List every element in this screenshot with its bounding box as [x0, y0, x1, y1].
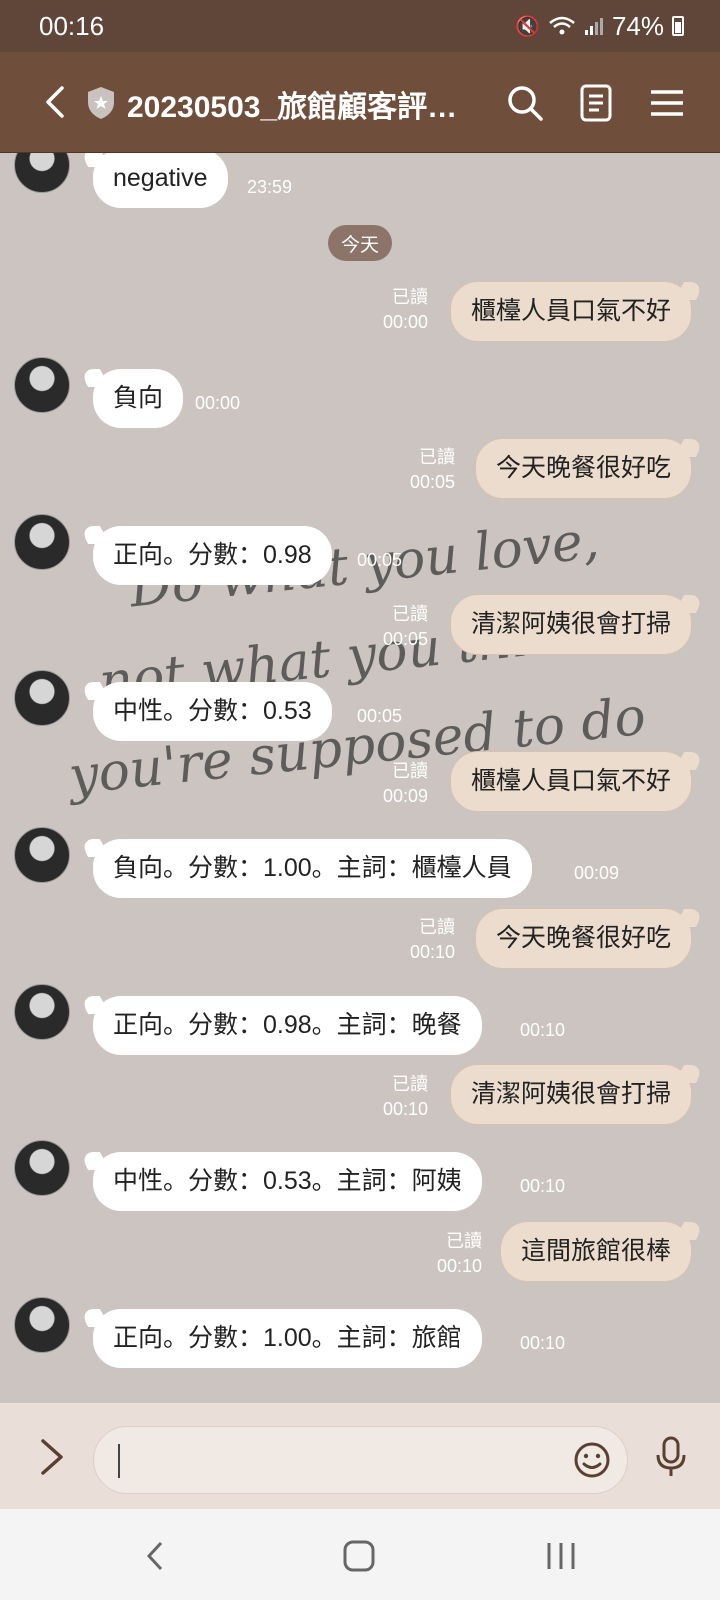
read-receipt: 已讀 — [392, 604, 428, 624]
nav-home-icon[interactable] — [339, 1539, 379, 1573]
avatar[interactable] — [14, 153, 70, 193]
message-time: 00:10 — [382, 1099, 428, 1119]
notes-icon[interactable] — [575, 82, 617, 124]
avatar[interactable] — [14, 670, 70, 726]
outgoing-message: 今天晚餐很好吃 — [474, 438, 692, 499]
system-navigation-bar — [0, 1509, 720, 1600]
message-time: 00:05 — [357, 706, 403, 726]
battery-icon — [672, 16, 684, 36]
status-bar: 00:16 🔇 74% — [0, 0, 720, 52]
outgoing-message: 今天晚餐很好吃 — [474, 908, 692, 969]
microphone-icon[interactable] — [652, 1435, 690, 1479]
read-receipt: 已讀 — [446, 1231, 482, 1251]
message-time: 00:10 — [520, 1020, 566, 1040]
status-time: 00:16 — [39, 10, 105, 41]
message-time: 00:00 — [382, 312, 428, 332]
incoming-message: 負向。分數：1.00。主詞：櫃檯人員 — [93, 839, 532, 898]
outgoing-message: 櫃檯人員口氣不好 — [449, 751, 692, 812]
message-time: 23:59 — [247, 177, 293, 197]
message-time: 00:09 — [382, 786, 428, 806]
avatar[interactable] — [14, 827, 70, 883]
chat-title: 20230503_旅館顧客評… — [127, 91, 458, 124]
avatar[interactable] — [14, 357, 70, 413]
wifi-icon — [549, 16, 575, 35]
back-arrow-icon[interactable] — [36, 82, 76, 122]
message-time: 00:10 — [409, 942, 455, 962]
menu-icon[interactable] — [646, 82, 688, 124]
read-receipt: 已讀 — [419, 917, 455, 937]
outgoing-message: 清潔阿姨很會打掃 — [449, 594, 692, 655]
message-time: 00:00 — [195, 393, 241, 413]
outgoing-message: 清潔阿姨很會打掃 — [449, 1064, 692, 1125]
avatar[interactable] — [14, 984, 70, 1040]
avatar[interactable] — [14, 1140, 70, 1196]
message-time: 00:05 — [409, 472, 455, 492]
avatar[interactable] — [14, 514, 70, 570]
message-time: 00:05 — [382, 629, 428, 649]
emoji-icon[interactable] — [573, 1441, 611, 1479]
nav-back-icon[interactable] — [137, 1539, 177, 1573]
status-icons: 🔇 74% — [515, 11, 684, 42]
incoming-message: 正向。分數：0.98 — [93, 526, 332, 585]
message-time: 00:10 — [436, 1256, 482, 1276]
incoming-message: 正向。分數：0.98。主詞：晚餐 — [93, 996, 482, 1055]
message-input-bar — [0, 1403, 720, 1509]
read-receipt: 已讀 — [392, 287, 428, 307]
outgoing-message: 櫃檯人員口氣不好 — [449, 281, 692, 342]
avatar[interactable] — [14, 1297, 70, 1353]
text-caret — [118, 1444, 120, 1478]
chat-header: 20230503_旅館顧客評… — [0, 52, 720, 153]
signal-icon — [584, 18, 603, 35]
read-receipt: 已讀 — [392, 1074, 428, 1094]
message-input[interactable] — [93, 1426, 628, 1494]
incoming-message: 中性。分數：0.53 — [93, 682, 332, 741]
read-receipt: 已讀 — [392, 761, 428, 781]
battery-percent: 74% — [611, 10, 664, 41]
incoming-message: negative — [93, 153, 228, 208]
chat-area[interactable]: Do what you love, not what you think you… — [0, 153, 720, 1403]
nav-recent-apps-icon[interactable] — [541, 1539, 581, 1573]
search-icon[interactable] — [504, 82, 546, 124]
expand-icon[interactable] — [34, 1437, 68, 1477]
date-separator: 今天 — [328, 225, 392, 261]
message-time: 00:09 — [574, 863, 620, 883]
read-receipt: 已讀 — [419, 447, 455, 467]
mute-icon: 🔇 — [515, 15, 540, 38]
shield-icon — [88, 87, 114, 119]
message-time: 00:05 — [357, 550, 403, 570]
incoming-message: 負向 — [93, 369, 184, 428]
outgoing-message: 這間旅館很棒 — [499, 1221, 692, 1282]
message-time: 00:10 — [520, 1333, 566, 1353]
message-time: 00:10 — [520, 1176, 566, 1196]
incoming-message: 中性。分數：0.53。主詞：阿姨 — [93, 1152, 482, 1211]
incoming-message: 正向。分數：1.00。主詞：旅館 — [93, 1309, 482, 1368]
